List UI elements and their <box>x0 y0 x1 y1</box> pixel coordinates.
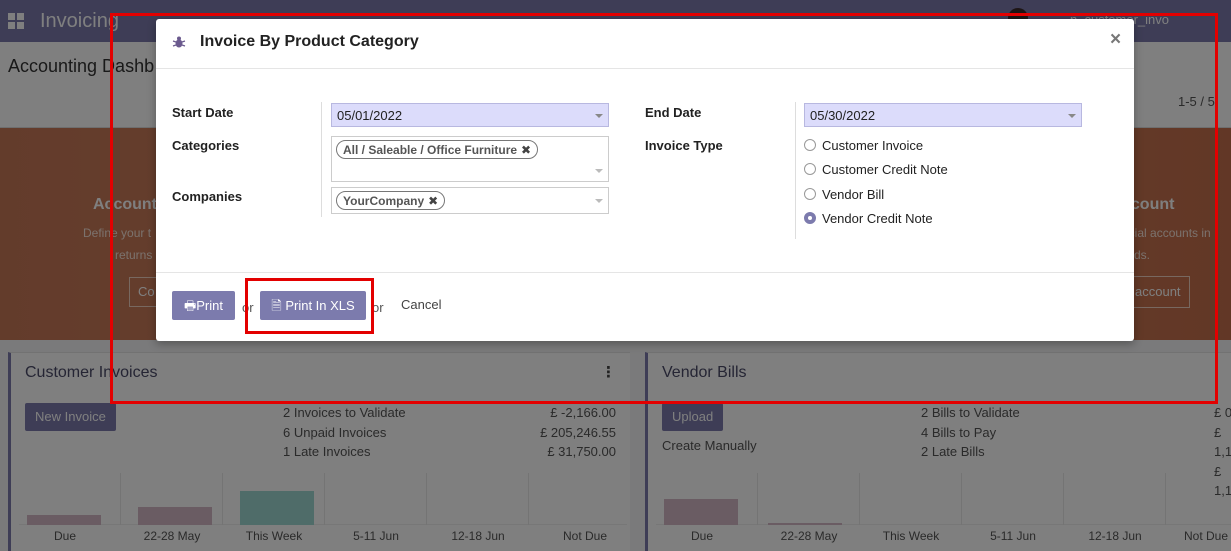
end-date-label: End Date <box>645 105 702 120</box>
radio-customer-invoice[interactable]: Customer Invoice <box>804 136 923 154</box>
radio-customer-credit-note[interactable]: Customer Credit Note <box>804 160 948 178</box>
radio-button[interactable] <box>804 163 816 175</box>
printer-icon: 🖶 <box>183 298 197 313</box>
invoice-type-label: Invoice Type <box>645 138 723 153</box>
companies-input[interactable]: YourCompany ✖ <box>331 187 609 214</box>
invoice-by-category-dialog: Invoice By Product Category × Start Date… <box>156 19 1134 341</box>
chevron-down-icon[interactable] <box>1068 114 1076 118</box>
radio-button-selected[interactable] <box>804 212 816 224</box>
modal-footer: 🖶Print or 🗎 Print In XLS or Cancel <box>156 272 1134 341</box>
categories-input[interactable]: All / Saleable / Office Furniture ✖ <box>331 136 609 182</box>
radio-label: Customer Credit Note <box>822 161 948 177</box>
start-date-input[interactable]: 05/01/2022 <box>331 103 609 127</box>
categories-label: Categories <box>172 138 240 153</box>
modal-title: Invoice By Product Category <box>200 33 419 50</box>
file-excel-icon: 🗎 <box>271 298 282 313</box>
remove-tag-icon[interactable]: ✖ <box>428 194 438 208</box>
radio-label: Vendor Credit Note <box>822 210 933 226</box>
companies-label: Companies <box>172 189 243 204</box>
print-xls-button-label: Print In XLS <box>285 298 355 313</box>
cancel-button[interactable]: Cancel <box>401 297 441 312</box>
category-tag-label: All / Saleable / Office Furniture <box>343 143 518 157</box>
print-xls-button[interactable]: 🗎 Print In XLS <box>260 291 366 320</box>
radio-label: Customer Invoice <box>822 137 924 153</box>
company-tag-label: YourCompany <box>343 194 425 208</box>
end-date-value: 05/30/2022 <box>810 108 876 123</box>
print-button-label: Print <box>196 298 223 313</box>
or-separator: or <box>372 300 384 315</box>
modal-header: Invoice By Product Category × <box>156 19 1134 69</box>
chevron-down-icon[interactable] <box>595 199 603 203</box>
start-date-label: Start Date <box>172 105 234 120</box>
radio-vendor-credit-note[interactable]: Vendor Credit Note <box>804 209 933 227</box>
chevron-down-icon[interactable] <box>595 114 603 118</box>
radio-label: Vendor Bill <box>822 186 885 202</box>
or-separator: or <box>242 300 254 315</box>
bug-icon <box>172 36 186 48</box>
chevron-down-icon[interactable] <box>595 169 603 173</box>
company-tag: YourCompany ✖ <box>336 191 446 210</box>
radio-button[interactable] <box>804 139 816 151</box>
close-icon[interactable]: × <box>1110 29 1121 51</box>
category-tag: All / Saleable / Office Furniture ✖ <box>336 140 539 159</box>
start-date-value: 05/01/2022 <box>337 108 403 123</box>
field-separator <box>321 102 322 217</box>
print-button[interactable]: 🖶Print <box>172 291 235 320</box>
radio-button[interactable] <box>804 188 816 200</box>
end-date-input[interactable]: 05/30/2022 <box>804 103 1082 127</box>
field-separator <box>795 102 796 239</box>
radio-vendor-bill[interactable]: Vendor Bill <box>804 185 884 203</box>
remove-tag-icon[interactable]: ✖ <box>521 143 531 157</box>
